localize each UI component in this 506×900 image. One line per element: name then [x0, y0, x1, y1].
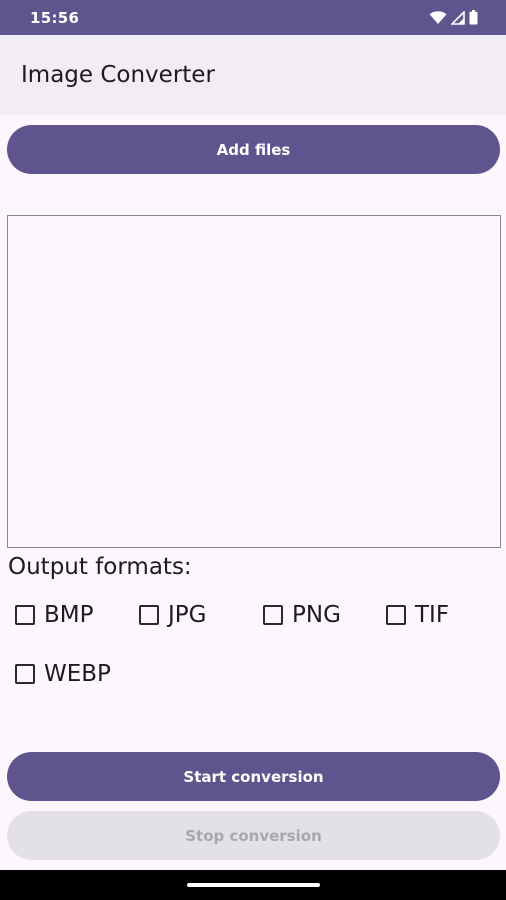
file-list[interactable] — [7, 215, 501, 548]
checkbox-tif[interactable]: TIF — [386, 602, 449, 628]
checkbox-webp-label: WEBP — [44, 661, 111, 687]
checkbox-tif-box[interactable] — [386, 605, 406, 625]
app-title: Image Converter — [21, 62, 215, 88]
status-bar: 15:56 — [0, 0, 506, 35]
navigation-bar — [0, 870, 506, 900]
start-conversion-button[interactable]: Start conversion — [7, 752, 500, 801]
checkbox-webp[interactable]: WEBP — [15, 661, 111, 687]
checkbox-png-box[interactable] — [263, 605, 283, 625]
signal-icon — [451, 10, 465, 25]
stop-conversion-button[interactable]: Stop conversion — [7, 811, 500, 860]
app-bar: Image Converter — [0, 35, 506, 115]
home-gesture-handle[interactable] — [187, 883, 320, 887]
add-files-button[interactable]: Add files — [7, 125, 500, 174]
checkbox-jpg-box[interactable] — [139, 605, 159, 625]
checkbox-webp-box[interactable] — [15, 664, 35, 684]
checkbox-tif-label: TIF — [415, 602, 450, 628]
checkbox-jpg-label: JPG — [168, 602, 207, 628]
battery-icon — [469, 10, 478, 25]
checkbox-bmp[interactable]: BMP — [15, 602, 94, 628]
status-time: 15:56 — [30, 8, 80, 27]
output-formats-label: Output formats: — [8, 554, 192, 580]
checkbox-bmp-box[interactable] — [15, 605, 35, 625]
status-icons — [429, 10, 478, 25]
checkbox-png[interactable]: PNG — [263, 602, 341, 628]
wifi-icon — [429, 10, 447, 24]
checkbox-jpg[interactable]: JPG — [139, 602, 206, 628]
checkbox-png-label: PNG — [292, 602, 341, 628]
checkbox-bmp-label: BMP — [44, 602, 94, 628]
